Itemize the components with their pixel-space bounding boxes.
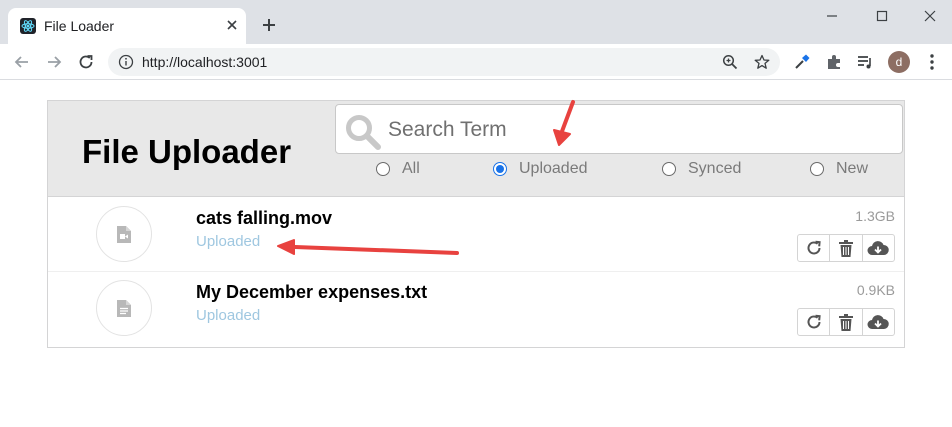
filter-synced[interactable]: Synced [662,159,741,179]
filter-label: All [402,160,420,177]
info-icon[interactable] [118,54,134,70]
address-bar[interactable]: http://localhost:3001 [108,48,780,76]
file-thumbnail [96,280,152,336]
media-queue-icon[interactable] [856,53,874,71]
back-arrow-icon[interactable] [12,52,32,72]
kebab-menu-icon[interactable] [924,53,940,71]
refresh-icon [807,314,821,329]
bookmark-star-icon[interactable] [754,54,770,70]
search-box[interactable] [335,104,903,154]
file-row[interactable]: My December expenses.txt Uploaded 0.9KB [48,272,904,346]
zoom-icon[interactable] [722,54,738,70]
minimize-icon[interactable] [822,8,842,24]
file-name[interactable]: cats falling.mov [196,208,332,229]
file-actions [797,308,895,336]
cloud-download-icon [867,315,890,329]
text-file-icon [117,300,131,317]
search-icon [346,115,381,150]
reload-icon[interactable] [76,52,96,72]
react-icon [20,18,36,34]
file-row[interactable]: cats falling.mov Uploaded 1.3GB [48,198,904,272]
video-file-icon [117,226,131,243]
eyedropper-extension-icon[interactable] [793,53,811,71]
filter-all[interactable]: All [376,159,420,179]
tab-title: File Loader [44,18,115,34]
file-size: 1.3GB [855,208,895,224]
radio-all[interactable] [376,162,390,176]
filter-label: Synced [688,160,742,177]
retry-button[interactable] [798,309,831,335]
browser-tab[interactable]: File Loader [8,8,246,44]
cloud-download-icon [867,241,890,255]
extensions-puzzle-icon[interactable] [825,53,843,71]
download-button[interactable] [863,235,894,261]
retry-button[interactable] [798,235,831,261]
search-input[interactable] [388,115,888,145]
download-button[interactable] [863,309,894,335]
trash-icon [838,239,853,257]
delete-button[interactable] [830,235,863,261]
window-close-icon[interactable] [920,8,940,24]
app-header: File Uploader All Uploaded Synced New [48,101,904,197]
browser-tabstrip: File Loader [0,0,952,44]
filter-uploaded[interactable]: Uploaded [493,159,588,179]
radio-synced[interactable] [662,162,676,176]
file-name[interactable]: My December expenses.txt [196,282,427,303]
browser-toolbar: http://localhost:3001 d [0,44,952,80]
trash-icon [838,313,853,331]
filter-label: New [836,160,869,177]
file-status: Uploaded [196,233,261,250]
delete-button[interactable] [830,309,863,335]
file-uploader-panel: File Uploader All Uploaded Synced New [47,100,905,348]
profile-avatar[interactable]: d [888,51,910,73]
page-title: File Uploader [82,133,292,170]
file-thumbnail [96,206,152,262]
file-size: 0.9KB [856,282,895,298]
filter-new[interactable]: New [810,159,868,179]
file-status: Uploaded [196,307,261,324]
forward-arrow-icon[interactable] [44,52,64,72]
url-text: http://localhost:3001 [142,54,268,70]
radio-new[interactable] [810,162,824,176]
maximize-icon[interactable] [872,8,892,24]
new-tab-plus-icon[interactable] [259,15,279,35]
close-icon[interactable] [224,17,240,33]
file-actions [797,234,895,262]
filter-label: Uploaded [519,160,588,177]
refresh-icon [807,240,821,255]
radio-uploaded[interactable] [493,162,507,176]
